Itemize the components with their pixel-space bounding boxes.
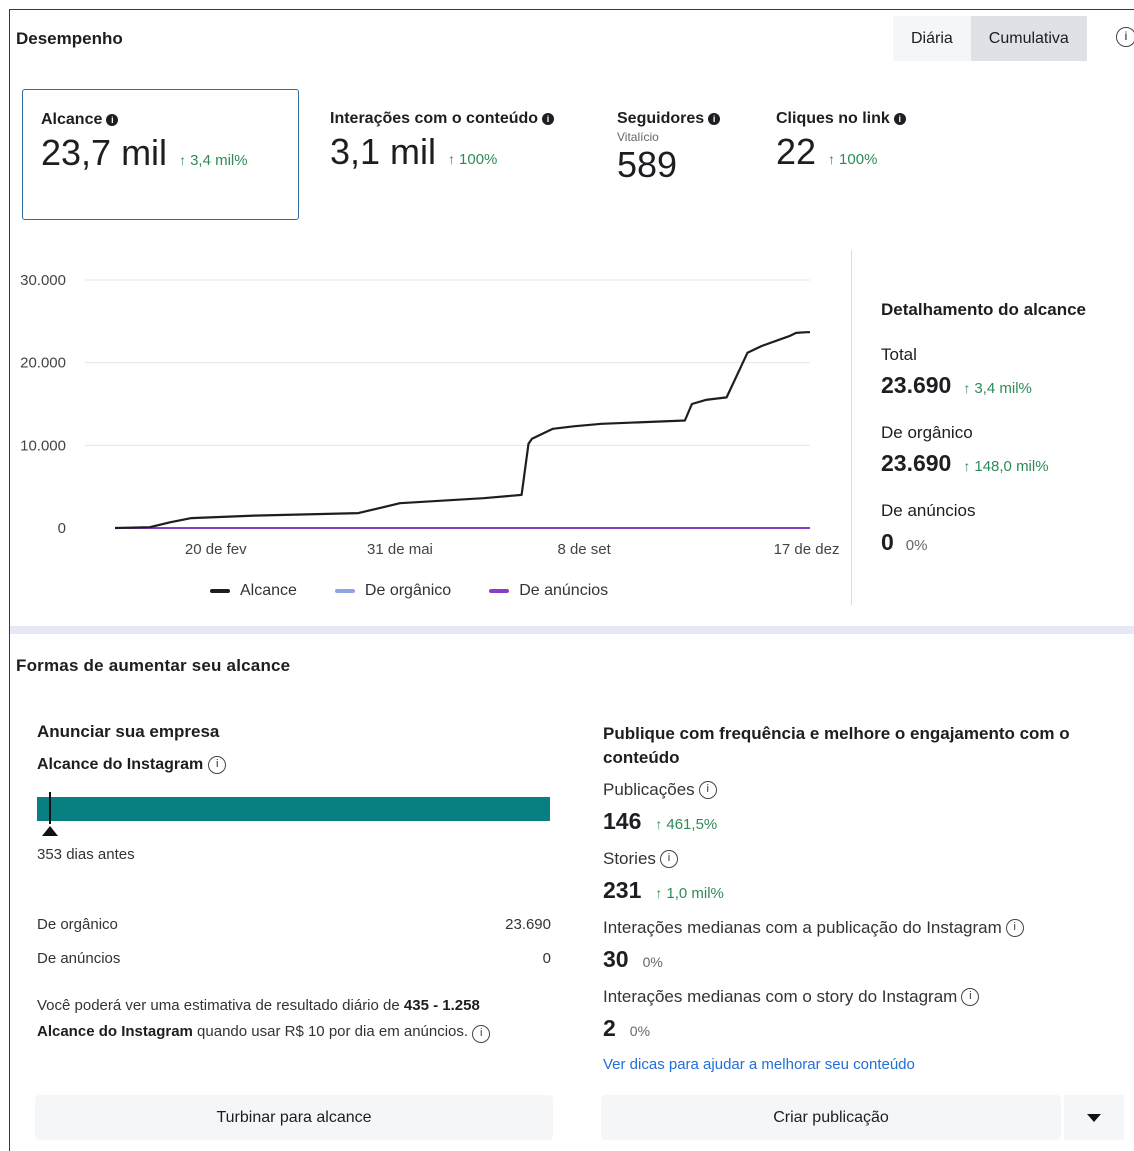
chart-legend: Alcance De orgânico De anúncios [210, 582, 608, 600]
series-line-alcance [114, 331, 810, 530]
marker-triangle-icon [42, 826, 59, 836]
trend-up-indicator: ↑ 3,4 mil% [963, 380, 1032, 397]
trend-up-indicator: ↑ 3,4 mil% [179, 152, 248, 169]
metric-value: 589 [617, 144, 678, 185]
x-tick-label: 8 de set [557, 541, 611, 558]
arrow-up-icon: ↑ [828, 151, 836, 167]
metric-sublabel: Vitalício [617, 130, 659, 144]
median-post-interactions-label: Interações medianas com a publicação do … [603, 918, 1024, 938]
metric-label: Alcance [41, 111, 103, 128]
vertical-divider [851, 250, 852, 605]
progress-marker [49, 792, 52, 824]
stories-label: Stories i [603, 849, 678, 869]
y-tick-label: 0 [58, 520, 66, 537]
metric-label: Seguidores [617, 110, 705, 127]
median-story-interactions-label: Interações medianas com o story do Insta… [603, 987, 980, 1007]
y-tick-label: 20.000 [20, 355, 66, 372]
breakdown-total-label: Total [881, 345, 917, 364]
section-title: Formas de aumentar seu alcance [16, 656, 291, 675]
caret-down-icon [1087, 1113, 1101, 1122]
trend-up-indicator: ↑ 148,0 mil% [963, 458, 1049, 475]
arrow-up-icon: ↑ [963, 380, 971, 396]
ads-row: De anúncios 0 [37, 950, 551, 967]
info-icon[interactable]: i [708, 113, 721, 125]
info-icon[interactable]: i [1005, 919, 1024, 937]
info-icon[interactable]: i [698, 781, 717, 799]
arrow-up-icon: ↑ [963, 458, 971, 474]
breakdown-ads-label: De anúncios [881, 501, 976, 520]
create-post-button[interactable]: Criar publicação [601, 1095, 1061, 1140]
info-icon[interactable]: i [961, 988, 980, 1006]
info-icon[interactable]: i [542, 113, 555, 125]
posts-value: 146 ↑ 461,5% [603, 808, 718, 834]
arrow-up-icon: ↑ [655, 885, 663, 901]
metric-label: Cliques no link [776, 110, 890, 127]
x-tick-label: 31 de mai [367, 541, 433, 558]
legend-item-organico[interactable]: De orgânico [334, 582, 451, 600]
arrow-up-icon: ↑ [179, 152, 187, 168]
trend-up-indicator: ↑ 1,0 mil% [655, 885, 724, 902]
breakdown-total-value: 23.690 ↑ 3,4 mil% [881, 372, 1032, 398]
posts-label: Publicações i [603, 780, 717, 800]
metric-value: 22 [776, 131, 817, 172]
ad-estimate-text: Você poderá ver uma estimativa de result… [37, 993, 557, 1045]
x-tick-label: 17 de dez [774, 541, 840, 558]
reach-chart-svg: 0 10.000 20.000 30.000 20 de fev 31 de mai 8 d… [20, 272, 840, 558]
publish-tips-title: Publique com frequência e melhore o enga… [603, 724, 1070, 767]
view-toggle: Diária Cumulativa [893, 16, 1087, 61]
boost-reach-button[interactable]: Turbinar para alcance [35, 1095, 553, 1140]
metric-value: 3,1 mil [330, 131, 437, 172]
content-tips-link[interactable]: Ver dicas para ajudar a melhorar seu con… [603, 1056, 915, 1073]
metric-interactions-tile[interactable]: Interações com o conteúdo i 3,1 mil ↑ 100% [312, 89, 592, 220]
days-before-label: 353 dias antes [37, 846, 135, 863]
metric-label: Interações com o conteúdo [330, 110, 539, 127]
page-title: Desempenho [16, 29, 123, 48]
breakdown-title: Detalhamento do alcance [881, 300, 1087, 319]
toggle-cumulative-button[interactable]: Cumulativa [970, 16, 1087, 61]
breakdown-organic-label: De orgânico [881, 423, 973, 442]
instagram-reach-label: Alcance do Instagram i [37, 756, 227, 774]
info-icon[interactable]: i [208, 756, 227, 774]
trend-up-indicator: ↑ 461,5% [655, 816, 718, 833]
info-icon[interactable]: i [659, 850, 678, 868]
x-tick-label: 20 de fev [185, 541, 247, 558]
metric-link-clicks-tile[interactable]: Cliques no link i 22 ↑ 100% [758, 89, 938, 220]
metric-followers-tile[interactable]: Seguidores i Vitalício 589 [599, 89, 749, 220]
trend-up-indicator: ↑ 100% [828, 151, 878, 168]
median-story-interactions-value: 2 0% [603, 1015, 651, 1041]
info-icon[interactable]: i [472, 1025, 491, 1043]
breakdown-ads-value: 0 0% [881, 529, 928, 555]
metric-value: 23,7 mil [41, 132, 168, 173]
frame-top-border [9, 9, 1134, 10]
legend-item-alcance[interactable]: Alcance [210, 582, 297, 600]
arrow-up-icon: ↑ [448, 151, 456, 167]
create-post-dropdown-button[interactable] [1064, 1095, 1124, 1140]
arrow-up-icon: ↑ [655, 816, 663, 832]
y-tick-label: 30.000 [20, 272, 66, 289]
legend-swatch [210, 589, 230, 593]
reach-chart: 0 10.000 20.000 30.000 20 de fev 31 de mai 8 d… [10, 255, 850, 605]
y-tick-label: 10.000 [20, 437, 66, 454]
reach-progress-bar [37, 797, 550, 821]
organic-row: De orgânico 23.690 [37, 916, 551, 933]
info-icon[interactable]: i [893, 113, 906, 125]
median-post-interactions-value: 30 0% [603, 946, 663, 972]
section-separator [10, 626, 1134, 634]
breakdown-organic-value: 23.690 ↑ 148,0 mil% [881, 450, 1049, 476]
toggle-daily-button[interactable]: Diária [893, 16, 971, 61]
info-icon[interactable]: i [106, 114, 119, 126]
legend-swatch [334, 589, 355, 593]
info-icon[interactable]: i [1116, 27, 1134, 47]
trend-up-indicator: ↑ 100% [448, 151, 498, 168]
stories-value: 231 ↑ 1,0 mil% [603, 877, 724, 903]
legend-item-anuncios[interactable]: De anúncios [489, 582, 608, 600]
metric-reach-tile[interactable]: Alcance i 23,7 mil ↑ 3,4 mil% [22, 89, 299, 220]
advertise-title: Anunciar sua empresa [37, 722, 220, 741]
legend-swatch [489, 589, 510, 593]
